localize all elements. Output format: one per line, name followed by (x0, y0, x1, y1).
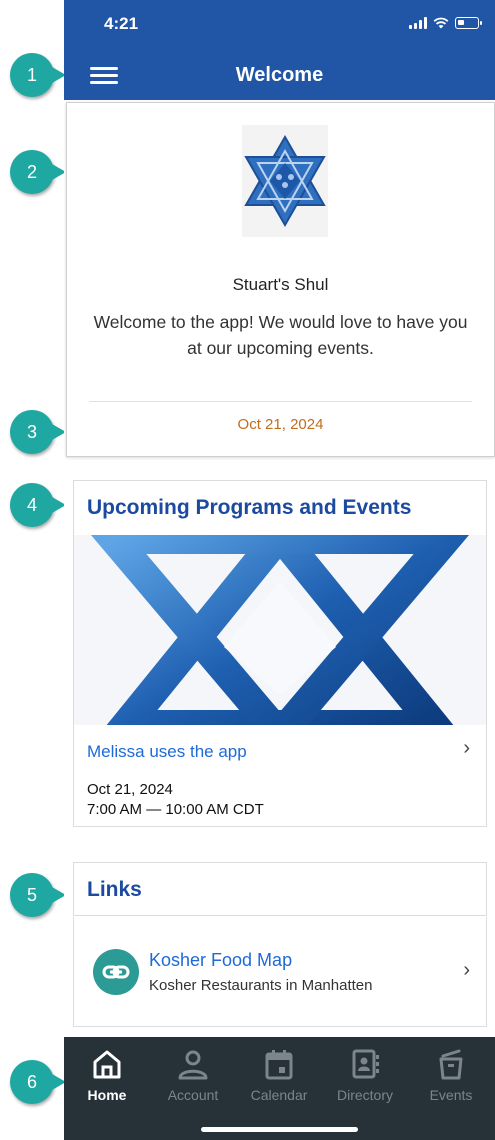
battery-icon (455, 17, 482, 29)
links-section-title: Links (87, 878, 142, 901)
event-image[interactable] (74, 535, 486, 725)
tab-label: Home (87, 1087, 127, 1103)
star-of-david-image-icon (74, 535, 486, 725)
welcome-message: Welcome to the app! We would love to hav… (93, 312, 468, 358)
welcome-card: Stuart's Shul Welcome to the app! We wou… (66, 102, 495, 457)
events-icon (439, 1049, 463, 1080)
tab-label: Calendar (250, 1087, 308, 1103)
status-bar: 4:21 (64, 0, 495, 52)
link-title[interactable]: Kosher Food Map (149, 950, 292, 971)
org-name: Stuart's Shul (232, 275, 329, 294)
event-title[interactable]: Melissa uses the app (87, 742, 247, 762)
event-item[interactable]: Melissa uses the app › (74, 725, 486, 775)
callout-number: 1 (10, 53, 54, 97)
tab-home[interactable]: Home (64, 1047, 150, 1103)
link-item[interactable]: Kosher Food Map Kosher Restaurants in Ma… (73, 917, 487, 1027)
callout-number: 5 (10, 873, 54, 917)
event-date: Oct 21, 2024 (87, 781, 173, 798)
link-subtitle: Kosher Restaurants in Manhatten (149, 977, 373, 994)
tab-events[interactable]: Events (408, 1047, 494, 1103)
calendar-icon (265, 1050, 293, 1080)
shul-logo (242, 125, 328, 237)
callout-number: 2 (10, 150, 54, 194)
wifi-icon (433, 17, 449, 29)
directory-icon (352, 1049, 379, 1079)
status-icons (409, 17, 482, 29)
tab-account[interactable]: Account (150, 1047, 236, 1103)
home-indicator (201, 1127, 358, 1132)
callout-number: 3 (10, 410, 54, 454)
phone-screen: 4:21 Welcome Stuart's Shul Welcome to th… (64, 0, 495, 1140)
welcome-date: Oct 21, 2024 (237, 416, 324, 433)
chevron-right-icon: › (463, 737, 470, 759)
page-title: Welcome (235, 64, 324, 86)
events-section-title: Upcoming Programs and Events (87, 496, 412, 519)
links-section-header: Links (73, 862, 487, 916)
event-time: 7:00 AM — 10:00 AM CDT (87, 801, 264, 818)
divider (89, 401, 472, 402)
signal-icon (409, 17, 427, 29)
tab-label: Account (167, 1087, 219, 1103)
chevron-right-icon: › (463, 959, 470, 981)
star-of-david-logo-icon (244, 134, 326, 228)
account-icon (178, 1050, 208, 1080)
tab-directory[interactable]: Directory (322, 1047, 408, 1103)
tab-label: Directory (336, 1087, 393, 1103)
callout-number: 6 (10, 1060, 54, 1104)
upcoming-events-card: Upcoming Programs and Events Melissa use… (73, 480, 487, 827)
bottom-tab-bar: Home Account Calendar Directory Events (64, 1037, 495, 1140)
callout-number: 4 (10, 483, 54, 527)
tab-calendar[interactable]: Calendar (236, 1047, 322, 1103)
link-icon (93, 949, 139, 995)
top-navbar: Welcome (64, 52, 495, 100)
tab-label: Events (429, 1087, 473, 1103)
status-time: 4:21 (104, 14, 139, 33)
home-icon (93, 1050, 121, 1079)
